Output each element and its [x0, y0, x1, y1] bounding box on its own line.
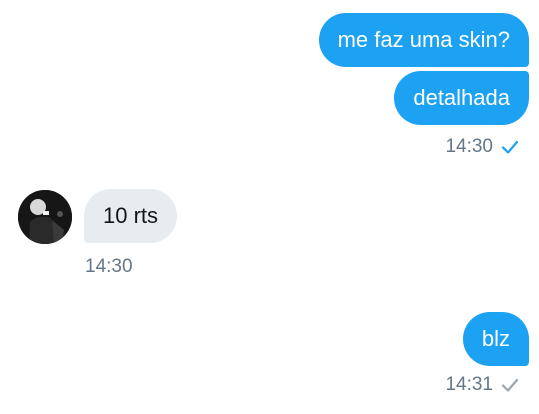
message-text: blz — [481, 326, 510, 351]
message-timestamp: 14:30 — [445, 136, 493, 157]
checkmark-icon — [501, 140, 519, 154]
message-text: 10 rts — [103, 203, 159, 228]
message-bubble-sent[interactable]: blz — [462, 312, 529, 366]
message-meta: 14:30 — [85, 256, 133, 278]
message-bubble-sent[interactable]: me faz uma skin? — [318, 13, 529, 67]
message-text: detalhada — [413, 85, 510, 110]
checkmark-icon — [501, 378, 519, 392]
message-meta: 14:30 — [445, 136, 519, 158]
avatar-photo — [18, 190, 72, 244]
message-timestamp: 14:31 — [445, 374, 493, 395]
avatar[interactable] — [18, 190, 72, 244]
message-meta: 14:31 — [445, 374, 519, 396]
message-bubble-received[interactable]: 10 rts — [84, 189, 178, 243]
message-timestamp: 14:30 — [85, 256, 133, 277]
message-text: me faz uma skin? — [337, 27, 510, 52]
message-bubble-sent[interactable]: detalhada — [394, 71, 529, 125]
